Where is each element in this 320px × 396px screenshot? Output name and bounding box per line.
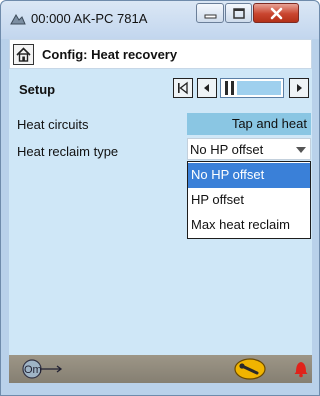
heat-reclaim-type-dropdown: No HP offset HP offset Max heat reclaim: [187, 161, 311, 239]
window-title: 00:000 AK-PC 781A: [31, 11, 148, 26]
heat-reclaim-type-label: Heat reclaim type: [17, 144, 119, 159]
svg-text:Om: Om: [24, 364, 42, 376]
first-page-icon: [178, 81, 188, 95]
close-icon: [270, 7, 283, 20]
first-page-button[interactable]: [173, 78, 193, 98]
dropdown-option[interactable]: HP offset: [188, 188, 310, 213]
alarm-bell-icon[interactable]: [293, 358, 309, 378]
setup-row: Setup: [9, 76, 312, 100]
next-page-icon: [297, 84, 302, 92]
page-header: Config: Heat recovery: [9, 39, 312, 69]
minimize-icon: [204, 14, 217, 19]
page-fill: [237, 81, 281, 95]
login-icon[interactable]: Om: [17, 358, 65, 380]
page-bar: [225, 81, 228, 95]
next-page-button[interactable]: [289, 78, 309, 98]
heat-circuits-label: Heat circuits: [17, 117, 89, 132]
home-button[interactable]: [13, 44, 34, 65]
heat-reclaim-type-value: No HP offset: [190, 142, 264, 157]
service-key-icon[interactable]: [233, 358, 267, 380]
page-indicator[interactable]: [220, 78, 284, 98]
setup-label: Setup: [19, 82, 56, 97]
maximize-button[interactable]: [225, 3, 252, 23]
content-panel: Config: Heat recovery Setup Heat circuit…: [9, 39, 312, 355]
prev-page-button[interactable]: [197, 78, 217, 98]
app-window: 00:000 AK-PC 781A Config: Heat recovery …: [0, 0, 320, 396]
heat-circuits-value-text: Tap and heat: [231, 116, 307, 131]
page-title: Config: Heat recovery: [42, 47, 178, 62]
dropdown-option[interactable]: No HP offset: [188, 163, 310, 188]
dropdown-option[interactable]: Max heat reclaim: [188, 213, 310, 238]
dropdown-arrow-icon[interactable]: [295, 146, 307, 154]
maximize-icon: [233, 8, 245, 19]
prev-page-icon: [204, 84, 209, 92]
title-bar[interactable]: 00:000 AK-PC 781A: [1, 1, 319, 39]
page-bar: [231, 81, 234, 95]
heat-circuits-value[interactable]: Tap and heat: [187, 113, 311, 135]
footer-bar: Om: [9, 355, 312, 383]
home-icon: [16, 47, 31, 62]
app-icon: [10, 14, 26, 25]
heat-reclaim-type-select[interactable]: No HP offset: [187, 138, 311, 160]
close-button[interactable]: [253, 3, 299, 23]
minimize-button[interactable]: [196, 3, 224, 23]
